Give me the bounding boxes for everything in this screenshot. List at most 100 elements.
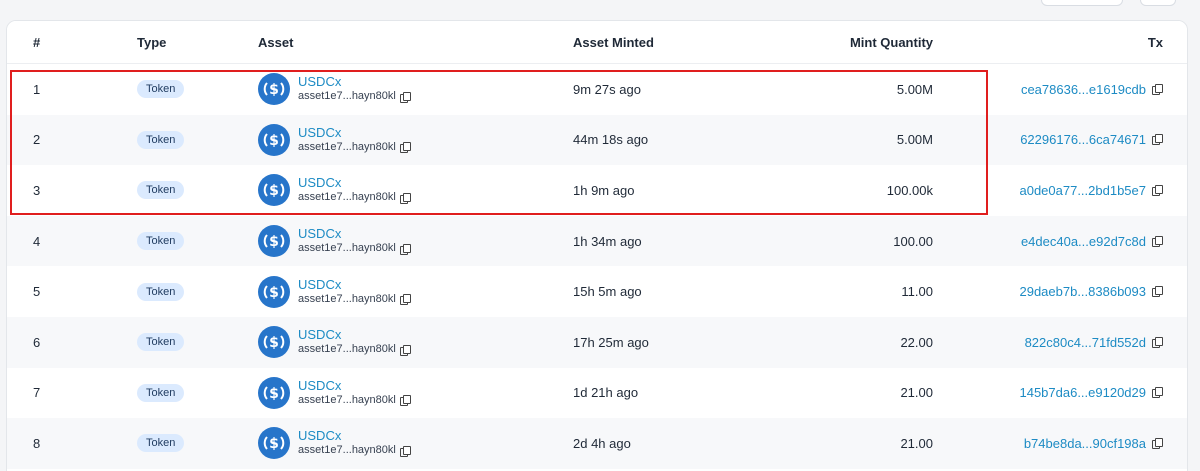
copy-icon[interactable] (399, 243, 411, 255)
asset-id: asset1e7...hayn80kl (298, 393, 396, 406)
tx-hash-link[interactable]: 822c80c4...71fd552d (1025, 335, 1146, 350)
tx-hash-link[interactable]: e4dec40a...e92d7c8d (1021, 234, 1146, 249)
tx-hash-link[interactable]: 29daeb7b...8386b093 (1019, 284, 1146, 299)
asset-name-link[interactable]: USDCx (298, 175, 410, 190)
copy-icon[interactable] (1152, 83, 1163, 95)
row-number: 1 (33, 81, 41, 97)
copy-icon[interactable] (399, 91, 411, 103)
type-badge: Token (137, 181, 185, 200)
table-row: 2 Token $ USDCx asset1e7...hayn80kl 44m … (7, 114, 1187, 166)
asset-id: asset1e7...hayn80kl (298, 191, 396, 204)
type-badge: Token (137, 232, 185, 251)
type-badge: Token (137, 333, 185, 352)
copy-icon[interactable] (399, 395, 411, 407)
type-badge: Token (137, 434, 185, 453)
table-row: 7 Token $ USDCx asset1e7...hayn80kl 1d 2… (7, 368, 1187, 419)
asset-id: asset1e7...hayn80kl (298, 242, 396, 255)
table-header: # Type Asset Asset Minted Mint Quantity … (7, 21, 1187, 64)
asset-minted-time: 1h 9m ago (573, 182, 635, 198)
asset-name-link[interactable]: USDCx (298, 226, 410, 241)
type-badge: Token (137, 282, 185, 301)
type-badge: Token (137, 130, 185, 149)
header-number: # (33, 34, 41, 50)
usdc-coin-icon[interactable]: $ (258, 376, 290, 409)
svg-text:$: $ (269, 183, 279, 199)
asset-name-link[interactable]: USDCx (298, 378, 410, 393)
table-row: 6 Token $ USDCx asset1e7...hayn80kl 17h … (7, 317, 1187, 368)
asset-id: asset1e7...hayn80kl (298, 343, 396, 356)
svg-text:$: $ (269, 386, 279, 402)
top-toolbar-button[interactable] (1041, 0, 1123, 6)
usdc-coin-icon[interactable]: $ (258, 275, 290, 308)
asset-minted-time: 15h 5m ago (573, 284, 642, 300)
tx-hash-link[interactable]: 145b7da6...e9120d29 (1019, 385, 1146, 400)
copy-icon[interactable] (399, 344, 411, 356)
asset-id: asset1e7...hayn80kl (298, 292, 396, 305)
usdc-coin-icon[interactable]: $ (258, 326, 290, 359)
usdc-coin-icon[interactable]: $ (258, 225, 290, 258)
copy-icon[interactable] (1152, 235, 1163, 247)
asset-name-link[interactable]: USDCx (298, 125, 410, 140)
mint-history-table: # Type Asset Asset Minted Mint Quantity … (6, 20, 1188, 471)
table-row: 5 Token $ USDCx asset1e7...hayn80kl 15h … (7, 266, 1187, 317)
asset-id: asset1e7...hayn80kl (298, 90, 396, 103)
copy-icon[interactable] (399, 445, 411, 457)
asset-id: asset1e7...hayn80kl (298, 444, 396, 457)
row-number: 2 (33, 132, 41, 148)
row-number: 3 (33, 182, 41, 198)
row-number: 8 (33, 435, 41, 451)
usdc-coin-icon[interactable]: $ (258, 427, 290, 460)
copy-icon[interactable] (1152, 286, 1163, 298)
table-row: 1 Token $ USDCx asset1e7...hayn80kl 9m 2… (7, 64, 1187, 115)
asset-name-link[interactable]: USDCx (298, 277, 410, 292)
mint-quantity: 21.00 (900, 385, 933, 401)
top-toolbar-more-button[interactable] (1140, 0, 1176, 6)
row-number: 6 (33, 334, 41, 350)
svg-text:$: $ (269, 234, 279, 250)
asset-name-link[interactable]: USDCx (298, 428, 410, 443)
copy-icon[interactable] (1152, 387, 1163, 399)
usdc-coin-icon[interactable]: $ (258, 73, 290, 106)
mint-quantity: 22.00 (900, 334, 933, 350)
tx-hash-link[interactable]: a0de0a77...2bd1b5e7 (1019, 183, 1146, 198)
mint-quantity: 5.00M (896, 132, 933, 148)
header-type: Type (137, 34, 167, 50)
header-asset-minted: Asset Minted (573, 34, 654, 50)
asset-minted-time: 9m 27s ago (573, 81, 641, 97)
copy-icon[interactable] (399, 192, 411, 204)
table-row: 3 Token $ USDCx asset1e7...hayn80kl 1h 9… (7, 165, 1187, 216)
usdc-coin-icon[interactable]: $ (258, 123, 290, 156)
header-mint-quantity: Mint Quantity (849, 34, 933, 50)
row-number: 5 (33, 284, 41, 300)
row-number: 4 (33, 233, 41, 249)
mint-quantity: 100.00k (886, 182, 933, 198)
header-tx: Tx (1147, 34, 1163, 50)
tx-hash-link[interactable]: b74be8da...90cf198a (1024, 436, 1146, 451)
copy-icon[interactable] (1152, 134, 1163, 146)
copy-icon[interactable] (1152, 184, 1163, 196)
svg-text:$: $ (269, 133, 279, 149)
row-number: 7 (33, 385, 41, 401)
copy-icon[interactable] (1152, 437, 1163, 449)
asset-minted-time: 17h 25m ago (573, 334, 649, 350)
copy-icon[interactable] (399, 294, 411, 306)
tx-hash-link[interactable]: 62296176...6ca74671 (1020, 132, 1146, 147)
svg-text:$: $ (269, 82, 279, 98)
copy-icon[interactable] (399, 142, 411, 154)
usdc-coin-icon[interactable]: $ (258, 174, 290, 207)
asset-name-link[interactable]: USDCx (298, 74, 410, 89)
mint-quantity: 5.00M (896, 81, 933, 97)
svg-text:$: $ (269, 285, 279, 301)
asset-minted-time: 2d 4h ago (573, 435, 631, 451)
copy-icon[interactable] (1152, 336, 1163, 348)
asset-name-link[interactable]: USDCx (298, 327, 410, 342)
mint-quantity: 11.00 (901, 284, 933, 300)
asset-minted-time: 1d 21h ago (573, 385, 639, 401)
svg-text:$: $ (269, 335, 279, 351)
header-asset: Asset (258, 34, 294, 50)
tx-hash-link[interactable]: cea78636...e1619cdb (1021, 82, 1146, 97)
table-row: 4 Token $ USDCx asset1e7...hayn80kl 1h 3… (7, 215, 1187, 267)
mint-quantity: 21.00 (900, 435, 933, 451)
svg-text:$: $ (269, 436, 279, 452)
table-row: 8 Token $ USDCx asset1e7...hayn80kl 2d 4… (7, 418, 1187, 469)
